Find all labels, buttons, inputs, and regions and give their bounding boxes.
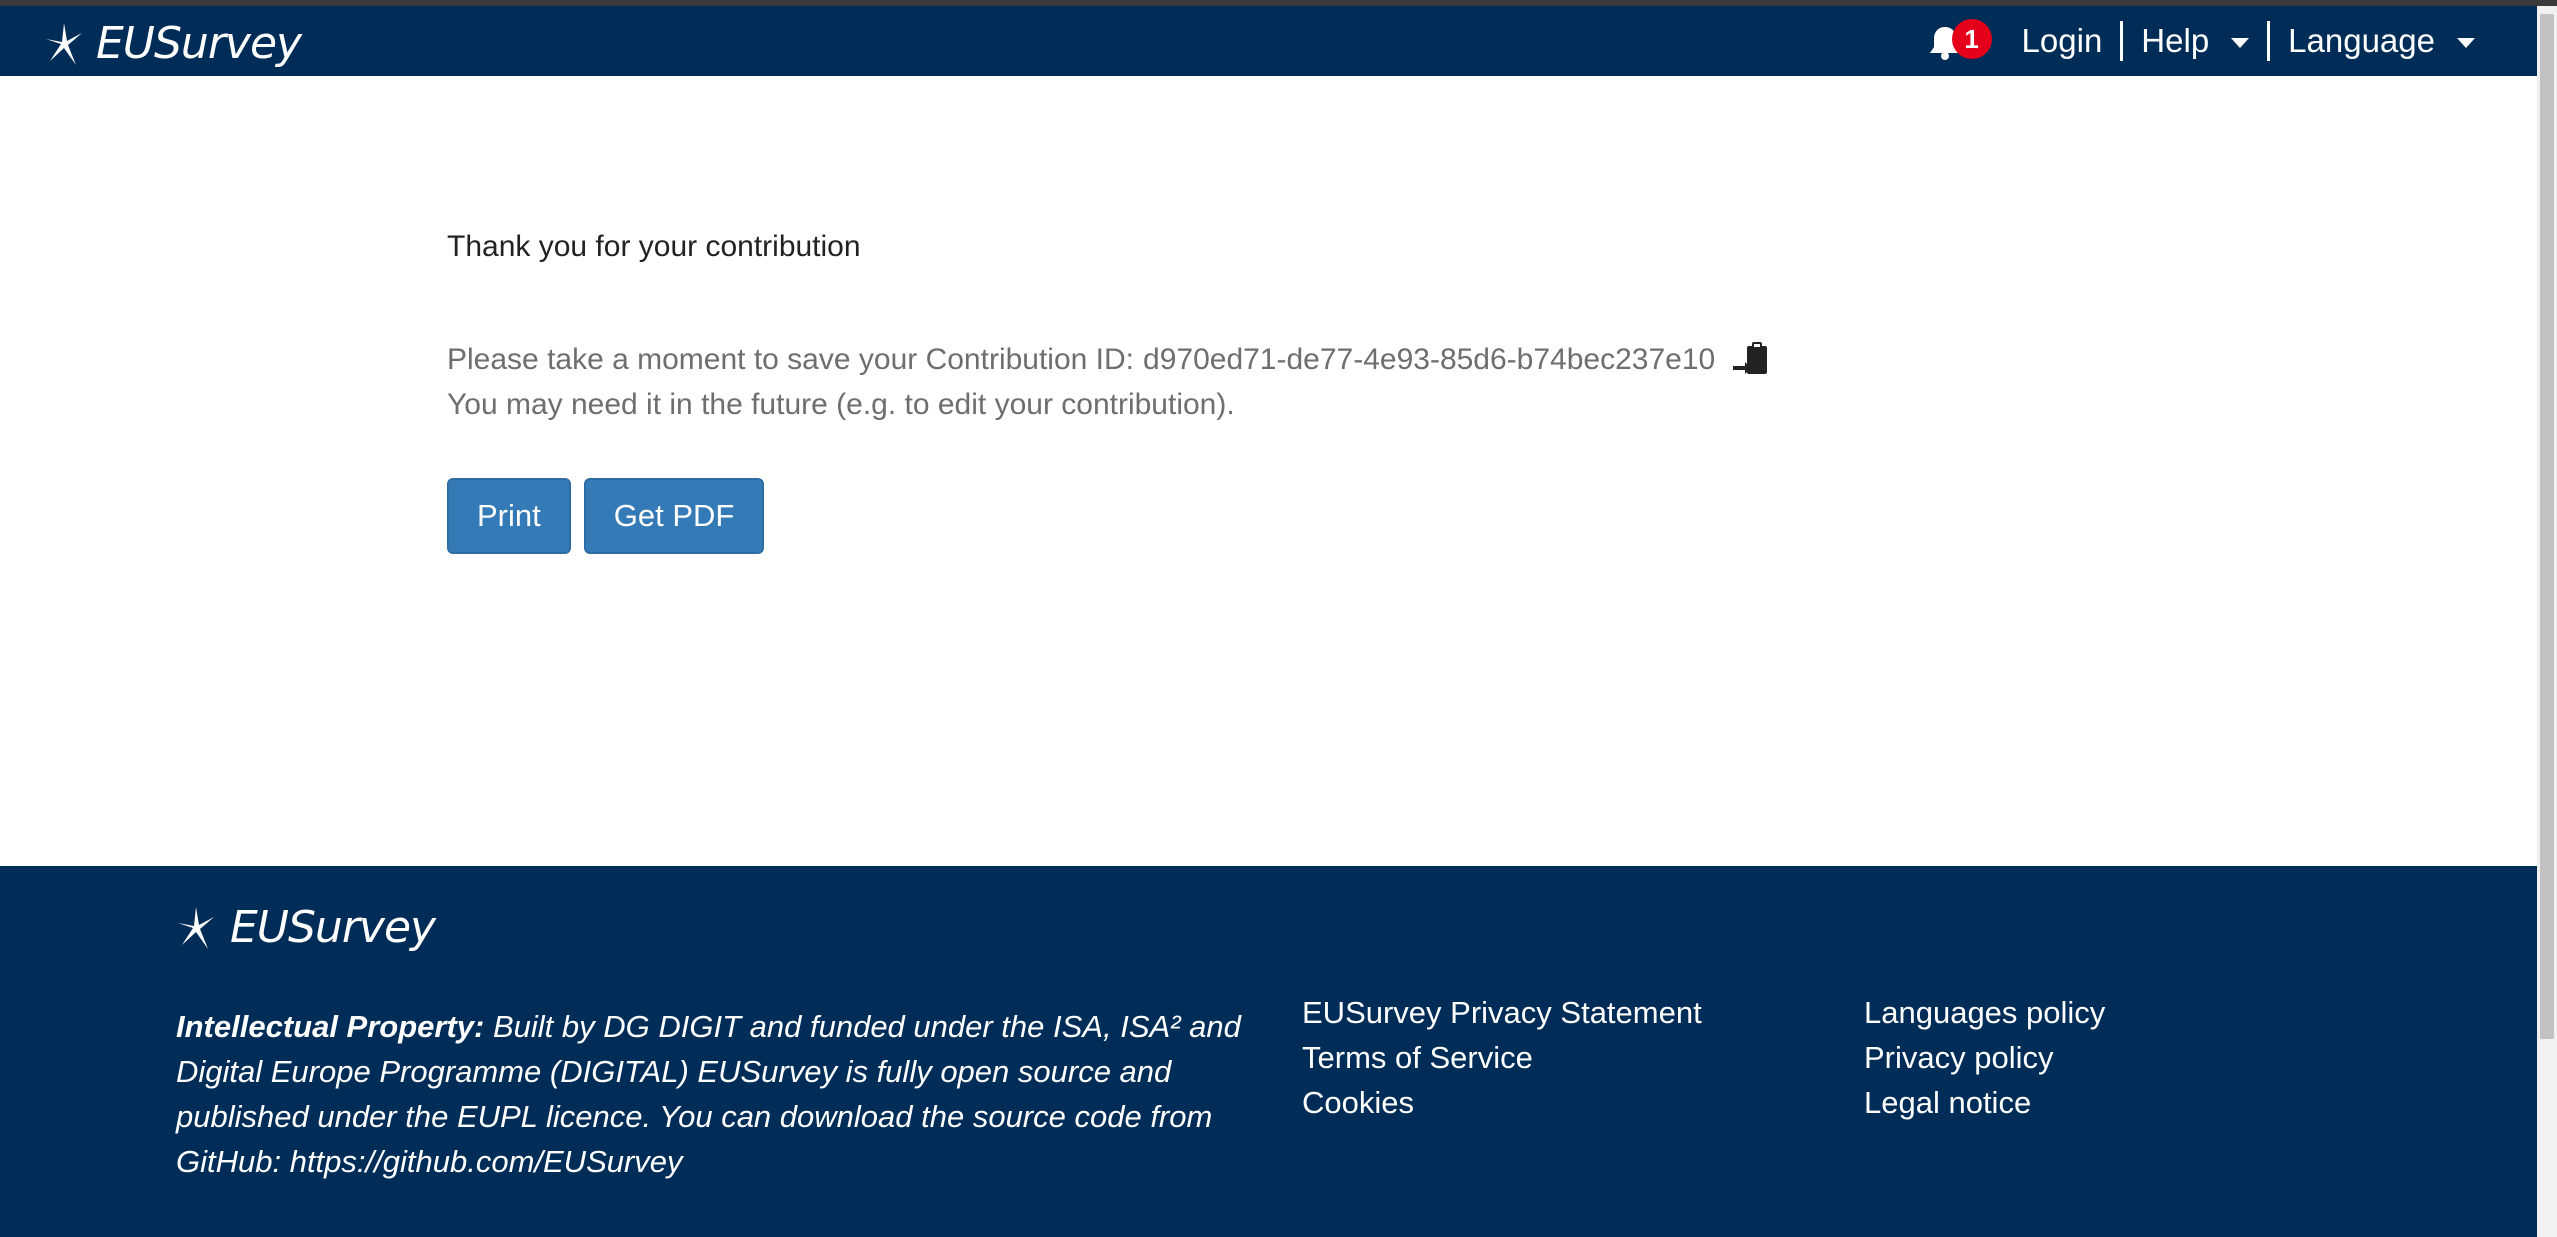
contribution-id: d970ed71-de77-4e93-85d6-b74bec237e10 <box>1143 343 1716 376</box>
help-label: Help <box>2141 22 2210 59</box>
copy-clipboard-icon[interactable] <box>1731 340 1771 380</box>
page-scrollbar[interactable] <box>2537 6 2557 1237</box>
ip-label: Intellectual Property: <box>176 1009 485 1044</box>
notification-badge: 1 <box>1951 19 1992 59</box>
legal-notice-link[interactable]: Legal notice <box>1864 1080 2105 1125</box>
languages-policy-link[interactable]: Languages policy <box>1864 990 2105 1035</box>
logo-star-icon <box>46 22 82 65</box>
cookies-link[interactable]: Cookies <box>1302 1080 1702 1125</box>
privacy-policy-link[interactable]: Privacy policy <box>1864 1035 2105 1080</box>
language-label: Language <box>2288 22 2435 59</box>
save-id-message: Please take a moment to save your Contri… <box>447 340 1771 380</box>
help-menu[interactable]: Help <box>2123 22 2267 60</box>
header-logo[interactable]: EUSurvey <box>44 18 302 69</box>
caret-down-icon <box>2457 38 2475 48</box>
notifications-button[interactable]: 1 <box>1928 19 1992 63</box>
scrollbar-thumb[interactable] <box>2540 14 2554 1039</box>
login-link[interactable]: Login <box>2004 22 2121 60</box>
footer-links-col-1: EUSurvey Privacy Statement Terms of Serv… <box>1302 990 1702 1125</box>
terms-of-service-link[interactable]: Terms of Service <box>1302 1035 1702 1080</box>
future-use-message: You may need it in the future (e.g. to e… <box>447 388 1235 421</box>
footer-links-col-2: Languages policy Privacy policy Legal no… <box>1864 990 2105 1125</box>
save-id-prefix: Please take a moment to save your Contri… <box>447 343 1135 376</box>
page-footer: EUSurvey Intellectual Property: Built by… <box>0 866 2537 1237</box>
footer-logo-text: EUSurvey <box>230 902 436 953</box>
language-menu[interactable]: Language <box>2270 22 2493 60</box>
thank-you-message: Thank you for your contribution <box>447 230 861 263</box>
intellectual-property-text: Intellectual Property: Built by DG DIGIT… <box>176 1004 1256 1184</box>
privacy-statement-link[interactable]: EUSurvey Privacy Statement <box>1302 990 1702 1035</box>
footer-logo: EUSurvey <box>176 902 436 953</box>
header-nav: 1 Login Help Language <box>1928 6 2493 76</box>
logo-star-icon <box>178 906 214 949</box>
header-logo-text: EUSurvey <box>96 18 302 69</box>
action-buttons: Print Get PDF <box>447 478 777 554</box>
get-pdf-button[interactable]: Get PDF <box>583 478 765 554</box>
print-button[interactable]: Print <box>447 478 571 554</box>
top-header: EUSurvey 1 Login Help Language <box>0 6 2537 76</box>
caret-down-icon <box>2231 38 2250 48</box>
main-content: Thank you for your contribution Please t… <box>447 230 1768 554</box>
